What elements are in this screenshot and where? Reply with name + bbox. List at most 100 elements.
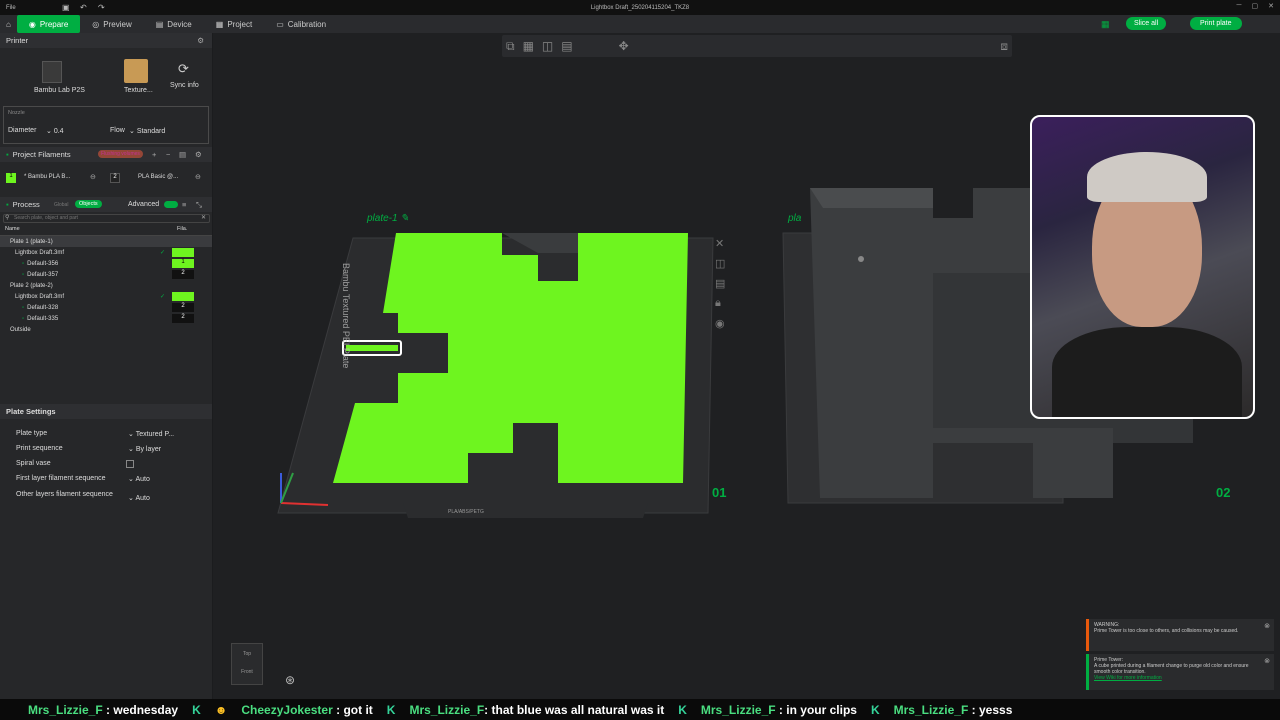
settings-icon[interactable]: ⚙ [195, 150, 202, 159]
global-tab[interactable]: Global [54, 202, 68, 208]
print-sequence-select[interactable]: ⌄ By layer [128, 445, 161, 453]
advanced-toggle[interactable] [164, 201, 178, 208]
filament-swatch[interactable]: 1 [172, 259, 194, 268]
part-icon: ▫ [22, 271, 25, 278]
chat-item: CheezyJokester : got it [241, 702, 373, 717]
tab-prepare[interactable]: ◉ Prepare [16, 15, 81, 33]
file-menu[interactable]: File [0, 5, 62, 11]
sync-info-label[interactable]: Sync info [170, 82, 199, 89]
tree-row-part[interactable]: ▫ Default-328 2 [0, 302, 212, 313]
fila-column-header[interactable]: Fila. [177, 226, 187, 232]
tree-row-object[interactable]: Lightbox Draft.3mf ✓ [0, 291, 212, 302]
printer-name[interactable]: Bambu Lab P2S [34, 87, 85, 94]
add-icon[interactable]: + [152, 150, 156, 159]
sync-icon[interactable]: ⟳ [178, 61, 189, 77]
part-icon: ▫ [22, 315, 25, 322]
lock-icon[interactable]: 🔒︎ [715, 297, 725, 310]
maximize-icon[interactable]: ▢ [1252, 2, 1259, 10]
collapse-icon[interactable]: ⤡ [196, 200, 202, 210]
filament-swatch[interactable]: 2 [172, 270, 194, 279]
printer-image[interactable] [42, 61, 62, 83]
tab-label: Device [167, 19, 192, 29]
flushing-volumes-button[interactable]: Flushing volumes [98, 150, 143, 158]
diameter-select[interactable]: ⌄ 0.4 [46, 127, 64, 135]
clear-search-icon[interactable]: ✕ [201, 214, 206, 221]
chat-item: Mrs_Lizzie_F : wednesday [28, 702, 179, 717]
tree-row-part[interactable]: ▫ Default-335 2 [0, 313, 212, 324]
check-icon[interactable]: ✓ [160, 293, 165, 300]
close-notification-icon[interactable]: ⊗ [1264, 622, 1270, 630]
kick-icon: K [386, 702, 396, 717]
filament-swatch[interactable] [172, 292, 194, 301]
eye-icon[interactable]: ◉ [715, 317, 725, 330]
plate-2-label[interactable]: pla [788, 213, 801, 224]
tree-label: Default-335 [27, 315, 59, 322]
tree-label: Default-356 [27, 260, 59, 267]
part-icon: ▫ [22, 260, 25, 267]
print-sequence-value: By layer [135, 446, 162, 453]
undo-icon[interactable]: ↶ [80, 3, 90, 12]
plate-2-number: 02 [1216, 485, 1231, 500]
tree-row-object[interactable]: Lightbox Draft.3mf ✓ [0, 247, 212, 258]
flow-label: Flow [110, 127, 125, 134]
filament-2-select[interactable]: PLA Basic @... [138, 174, 178, 180]
chat-user: Mrs_Lizzie_F [893, 702, 969, 717]
filament-slot-2[interactable]: 2 [110, 173, 120, 183]
search-input[interactable]: Search plate, object and part [3, 214, 210, 223]
tree-row-outside[interactable]: Outside [0, 324, 212, 335]
close-plate-icon[interactable]: ✕ [715, 237, 725, 250]
chat-ticker: Mrs_Lizzie_F : wednesday K ☻ CheezyJokes… [0, 699, 1280, 720]
objects-tab[interactable]: Objects [75, 200, 102, 208]
tree-label: Plate 2 (plate-2) [10, 282, 53, 289]
tab-project[interactable]: ▦ Project [204, 15, 264, 33]
edit-icon[interactable]: ⊖ [90, 173, 96, 181]
spiral-vase-checkbox[interactable] [126, 460, 134, 468]
tab-device[interactable]: ▤ Device [144, 15, 204, 33]
tab-preview[interactable]: ◎ Preview [80, 15, 143, 33]
filament-swatch[interactable]: 2 [172, 303, 194, 312]
print-plate-button[interactable]: Print plate [1190, 17, 1242, 30]
tab-calibration[interactable]: ▭ Calibration [264, 15, 338, 33]
layout-icon[interactable]: ▦ [1101, 19, 1110, 30]
save-icon[interactable]: ▣ [62, 3, 72, 12]
filament-swatch[interactable]: 2 [172, 314, 194, 323]
camera-icon[interactable]: ⊛ [285, 673, 295, 687]
ams-icon[interactable]: ▤ [179, 150, 186, 159]
close-icon[interactable]: ✕ [1268, 2, 1274, 10]
filament-1-select[interactable]: * Bambu PLA B... [24, 174, 70, 180]
plate-type-select[interactable]: ⌄ Textured P... [128, 430, 174, 438]
minimize-icon[interactable]: ─ [1237, 2, 1242, 10]
view-cube[interactable]: Top Front [231, 643, 263, 685]
orient-plate-icon[interactable]: ▤ [715, 277, 725, 290]
calibration-icon: ▭ [276, 19, 284, 29]
wiki-link[interactable]: View Wiki for more information [1094, 675, 1269, 681]
tree-row-part[interactable]: ▫ Default-356 1 [0, 258, 212, 269]
plate-1-label[interactable]: plate-1 ✎ [367, 213, 409, 224]
filament-slot-1[interactable]: 1 [6, 173, 16, 183]
plate-image[interactable] [124, 59, 148, 83]
title-bar: File ▣ ↶ ↷ Lightbox Draft_250204115204_T… [0, 0, 1280, 15]
preview-icon: ◎ [92, 19, 100, 29]
plate-name[interactable]: Texture... [124, 87, 153, 94]
first-layer-sequence-select[interactable]: ⌄ Auto [128, 475, 150, 483]
filament-swatch[interactable] [172, 248, 194, 257]
name-column-header[interactable]: Name [5, 226, 20, 232]
list-icon[interactable]: ≡ [182, 200, 186, 209]
flow-select[interactable]: ⌄ Standard [129, 127, 165, 135]
edit-icon[interactable]: ⊖ [195, 173, 201, 181]
home-button[interactable]: ⌂ [0, 15, 17, 33]
check-icon[interactable]: ✓ [160, 249, 165, 256]
other-layers-sequence-select[interactable]: ⌄ Auto [128, 494, 150, 502]
close-notification-icon[interactable]: ⊗ [1264, 657, 1270, 665]
tree-row-plate-2[interactable]: Plate 2 (plate-2) [0, 280, 212, 291]
redo-icon[interactable]: ↷ [98, 3, 108, 12]
tree-row-plate-1[interactable]: Plate 1 (plate-1) [0, 236, 212, 247]
3d-viewport[interactable]: ⧉ ▦ ◫ ▤ ✥ ⧈ plate-1 ✎ pla 01 02 Bambu Te… [213, 33, 1280, 700]
remove-icon[interactable]: − [166, 150, 170, 159]
arrange-plate-icon[interactable]: ◫ [715, 257, 725, 270]
tree-row-part[interactable]: ▫ Default-357 2 [0, 269, 212, 280]
webcam-shirt [1052, 327, 1242, 417]
slice-all-button[interactable]: Slice all [1126, 17, 1167, 30]
gear-icon[interactable]: ⚙ [197, 36, 204, 45]
plate-type-value: Textured P... [135, 431, 175, 438]
